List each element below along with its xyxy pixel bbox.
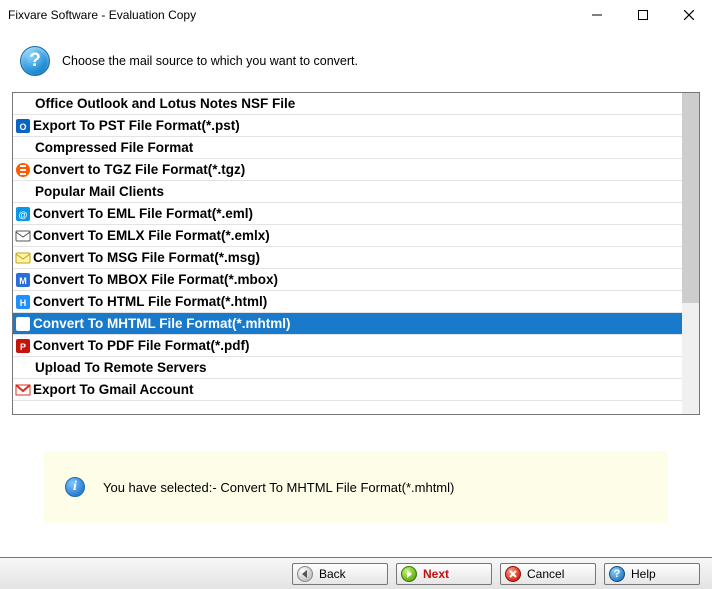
minimize-button[interactable] xyxy=(574,0,620,30)
msg-icon xyxy=(15,250,31,266)
info-icon: i xyxy=(65,477,85,497)
blank-icon xyxy=(15,360,31,376)
close-icon xyxy=(684,10,694,20)
close-button[interactable] xyxy=(666,0,712,30)
cancel-button[interactable]: Cancel xyxy=(500,563,596,585)
gmail-icon xyxy=(15,382,31,398)
mhtml-icon xyxy=(15,316,31,332)
list-item-label: Convert To MSG File Format(*.msg) xyxy=(33,250,260,265)
scrollbar-thumb[interactable] xyxy=(682,93,699,303)
list-item-label: Convert To MBOX File Format(*.mbox) xyxy=(33,272,278,287)
html-icon: H xyxy=(15,294,31,310)
blank-icon xyxy=(15,96,31,112)
emlx-icon xyxy=(15,228,31,244)
list-header: Popular Mail Clients xyxy=(13,181,682,203)
svg-text:H: H xyxy=(20,298,27,308)
list-item[interactable]: Convert To MHTML File Format(*.mhtml) xyxy=(13,313,682,335)
list-item[interactable]: P Convert To PDF File Format(*.pdf) xyxy=(13,335,682,357)
back-icon xyxy=(297,566,313,582)
list-item-label: Popular Mail Clients xyxy=(33,184,164,199)
blank-icon xyxy=(15,184,31,200)
window-controls xyxy=(574,0,712,30)
prompt-area: ? Choose the mail source to which you wa… xyxy=(0,30,712,92)
list-item[interactable]: H Convert To HTML File Format(*.html) xyxy=(13,291,682,313)
prompt-text: Choose the mail source to which you want… xyxy=(62,54,358,68)
cancel-label: Cancel xyxy=(527,567,564,581)
svg-text:@: @ xyxy=(19,210,28,220)
list-item[interactable]: Export To Gmail Account xyxy=(13,379,682,401)
list-item-label: Convert To EML File Format(*.eml) xyxy=(33,206,253,221)
list-item-label: Convert To EMLX File Format(*.emlx) xyxy=(33,228,270,243)
next-button[interactable]: Next xyxy=(396,563,492,585)
title-bar: Fixvare Software - Evaluation Copy xyxy=(0,0,712,30)
list-item-label: Office Outlook and Lotus Notes NSF File xyxy=(33,96,295,111)
pdf-icon: P xyxy=(15,338,31,354)
footer-buttons: Back Next Cancel ? Help xyxy=(0,557,712,589)
cancel-icon xyxy=(505,566,521,582)
question-icon: ? xyxy=(20,46,50,76)
list-item[interactable]: Convert To EMLX File Format(*.emlx) xyxy=(13,225,682,247)
list-item-label: Compressed File Format xyxy=(33,140,193,155)
pst-icon: O xyxy=(15,118,31,134)
eml-icon: @ xyxy=(15,206,31,222)
list-item-label: Convert To MHTML File Format(*.mhtml) xyxy=(33,316,291,331)
help-label: Help xyxy=(631,567,656,581)
help-icon: ? xyxy=(609,566,625,582)
list-item[interactable]: Convert to TGZ File Format(*.tgz) xyxy=(13,159,682,181)
next-icon xyxy=(401,566,417,582)
maximize-icon xyxy=(638,10,648,20)
list-item[interactable]: M Convert To MBOX File Format(*.mbox) xyxy=(13,269,682,291)
selection-status-bar: i You have selected:- Convert To MHTML F… xyxy=(44,451,668,523)
list-item[interactable]: Convert To MSG File Format(*.msg) xyxy=(13,247,682,269)
list-item-label: Convert To HTML File Format(*.html) xyxy=(33,294,267,309)
list-item[interactable]: O Export To PST File Format(*.pst) xyxy=(13,115,682,137)
back-label: Back xyxy=(319,567,346,581)
window-title: Fixvare Software - Evaluation Copy xyxy=(8,8,574,22)
svg-text:O: O xyxy=(19,122,26,132)
format-list-rows: Office Outlook and Lotus Notes NSF File O… xyxy=(13,93,682,414)
selection-status-text: You have selected:- Convert To MHTML Fil… xyxy=(103,480,454,495)
blank-icon xyxy=(15,140,31,156)
list-item-label: Export To PST File Format(*.pst) xyxy=(33,118,240,133)
list-header: Office Outlook and Lotus Notes NSF File xyxy=(13,93,682,115)
list-item[interactable]: @ Convert To EML File Format(*.eml) xyxy=(13,203,682,225)
list-item-label: Convert To PDF File Format(*.pdf) xyxy=(33,338,250,353)
scrollbar[interactable] xyxy=(682,93,699,414)
svg-text:M: M xyxy=(19,276,27,286)
minimize-icon xyxy=(592,10,602,20)
mbox-icon: M xyxy=(15,272,31,288)
list-header: Upload To Remote Servers xyxy=(13,357,682,379)
help-button[interactable]: ? Help xyxy=(604,563,700,585)
svg-text:P: P xyxy=(20,342,26,352)
list-item-label: Export To Gmail Account xyxy=(33,382,194,397)
list-item-label: Upload To Remote Servers xyxy=(33,360,207,375)
list-item-label: Convert to TGZ File Format(*.tgz) xyxy=(33,162,245,177)
format-list: Office Outlook and Lotus Notes NSF File O… xyxy=(12,92,700,415)
tgz-icon xyxy=(15,162,31,178)
next-label: Next xyxy=(423,567,449,581)
back-button[interactable]: Back xyxy=(292,563,388,585)
maximize-button[interactable] xyxy=(620,0,666,30)
list-header: Compressed File Format xyxy=(13,137,682,159)
